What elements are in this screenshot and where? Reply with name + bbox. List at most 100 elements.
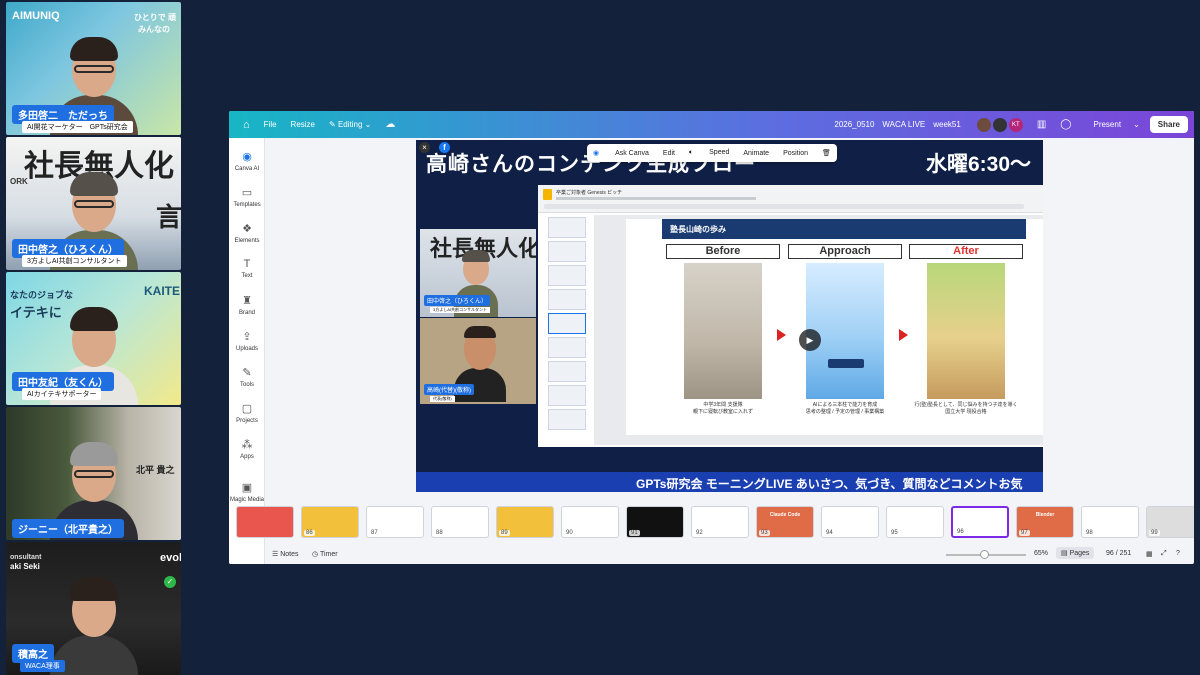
page-thumbnail[interactable]: 86 bbox=[301, 506, 359, 538]
home-icon[interactable]: ⌂ bbox=[243, 119, 250, 131]
present-button[interactable]: Present bbox=[1085, 120, 1129, 129]
column-header-after: After bbox=[909, 244, 1023, 259]
column-caption: AIによる三本柱で能力を育成 思考の整理 / 予定の管理 / 事業構築 bbox=[805, 402, 885, 415]
animate-button[interactable]: Animate bbox=[743, 150, 769, 157]
slide-time[interactable]: 水曜6:30〜 bbox=[926, 148, 1031, 178]
notes-button[interactable]: ☰ Notes bbox=[272, 550, 299, 558]
canva-ai-icon: ◉ bbox=[242, 151, 252, 163]
slide-thumbnail bbox=[548, 313, 586, 334]
embedded-video[interactable]: 高崎(代替)(敬称) 代表(敬称) bbox=[420, 318, 536, 404]
element-toolbar: ◉ Ask Canva Edit 🔈︎ Speed Animate Positi… bbox=[587, 144, 837, 162]
fullscreen-icon[interactable]: ⤢ bbox=[1161, 550, 1167, 558]
embedded-video[interactable]: 社長無人化 田中啓之（ひろくん） 3方よしAI共創コンサルタント bbox=[420, 229, 536, 317]
grid-view-icon[interactable]: ▦ bbox=[1146, 550, 1153, 558]
chevron-down-icon[interactable]: ⌄ bbox=[1133, 120, 1140, 129]
page-thumbnail[interactable]: 88 bbox=[431, 506, 489, 538]
canva-window: ⌂ File Resize ✎ Editing ⌄ ☁ 2026_0510 WA… bbox=[229, 111, 1194, 564]
slide-thumbnail bbox=[548, 289, 586, 310]
page-number: 94 bbox=[824, 530, 835, 536]
arrow-icon bbox=[777, 329, 786, 341]
participant-role: 3方よしAI共創コンサルタント bbox=[22, 255, 127, 267]
page-thumbnail[interactable]: 99 bbox=[1146, 506, 1194, 538]
sidebar-label: Brand bbox=[238, 310, 255, 316]
shared-doc-title: 卒業ご対象者 Genesis ピッチ bbox=[556, 190, 623, 196]
page-thumbnail-title: Blender bbox=[1035, 512, 1055, 518]
zoom-slider-handle[interactable] bbox=[980, 550, 989, 559]
page-thumbnail[interactable]: 91 bbox=[626, 506, 684, 538]
participant-tile[interactable]: 社長無人化 ORK 言 田中啓之（ひろくん） 3方よしAI共創コンサルタント bbox=[6, 137, 181, 270]
edit-button[interactable]: Edit bbox=[663, 150, 675, 157]
page-thumbnail[interactable] bbox=[236, 506, 294, 538]
sidebar-item-tools[interactable]: ✎ Tools bbox=[229, 366, 265, 388]
slide-canvas[interactable]: 高崎さんのコンテンツ生成フロー 水曜6:30〜 社長無人化 田中啓之（ひろくん）… bbox=[416, 140, 1043, 492]
avatar[interactable] bbox=[976, 117, 991, 132]
ask-canva-button[interactable]: ◉ Ask Canva bbox=[593, 149, 649, 157]
background-text: KAITE bbox=[144, 284, 180, 298]
trash-icon[interactable]: 🗑︎ bbox=[822, 149, 831, 157]
page-thumbnail[interactable]: 98 bbox=[1081, 506, 1139, 538]
sidebar-item-apps[interactable]: ⁂ Apps bbox=[229, 438, 265, 460]
templates-icon: ▭ bbox=[241, 187, 253, 199]
pages-button[interactable]: ▤ Pages bbox=[1056, 547, 1095, 559]
page-number: 90 bbox=[564, 530, 575, 536]
file-menu[interactable]: File bbox=[264, 120, 277, 129]
cloud-sync-icon[interactable]: ☁ bbox=[385, 119, 395, 130]
illustration-approach bbox=[806, 263, 884, 399]
background-text: ORK bbox=[10, 177, 28, 186]
page-thumbnail[interactable]: 87 bbox=[366, 506, 424, 538]
page-thumbnail[interactable]: 94 bbox=[821, 506, 879, 538]
page-number: 86 bbox=[304, 530, 315, 536]
help-icon[interactable]: ? bbox=[1176, 550, 1180, 557]
shared-slide: 塾長山崎の歩み Before Approach After ▶ 中学3年間 支援… bbox=[626, 219, 1043, 435]
tools-icon: ✎ bbox=[242, 367, 252, 379]
page-number: 99 bbox=[1149, 530, 1160, 536]
participant-tile[interactable]: 北平 貴之 ジーニー（北平貴之） bbox=[6, 407, 181, 540]
page-thumbnail[interactable]: 89 bbox=[496, 506, 554, 538]
document-title[interactable]: 2026_0510 WACA LIVE week51 bbox=[834, 119, 960, 130]
embedded-screen-share[interactable]: 卒業ご対象者 Genesis ピッチ 塾長山崎の歩み Before Approa… bbox=[538, 185, 1043, 447]
participant-tile[interactable]: KAITE なたのジョブな イテキに 田中友紀（友くん） AIカイテキサポーター bbox=[6, 272, 181, 405]
sidebar-item-magic-media[interactable]: ▣ Magic Media bbox=[229, 481, 265, 503]
zoom-level[interactable]: 65% bbox=[1034, 550, 1048, 557]
analytics-icon[interactable]: ▥ bbox=[1037, 119, 1046, 130]
sidebar-item-uploads[interactable]: ⇪ Uploads bbox=[229, 330, 265, 352]
pages-label: Pages bbox=[1069, 550, 1090, 557]
background-text: ひとりで 頑 bbox=[134, 13, 176, 22]
slide-ticker[interactable]: GPTs研究会 モーニングLIVE あいさつ、気づき、質問などコメントお気 bbox=[416, 472, 1043, 492]
play-icon[interactable]: ▶ bbox=[799, 329, 821, 351]
page-thumbnail[interactable]: 95 bbox=[886, 506, 944, 538]
close-icon[interactable]: × bbox=[419, 142, 430, 153]
page-thumbnail[interactable]: 96 bbox=[951, 506, 1009, 538]
sidebar-item-canva-ai[interactable]: ◉ Canva AI bbox=[229, 150, 265, 172]
page-thumbnail[interactable]: 92 bbox=[691, 506, 749, 538]
illustration-before bbox=[684, 263, 762, 399]
participant-tile[interactable]: onsultant aki Seki evol ✓ 積高之 WACA理事 bbox=[6, 542, 181, 675]
chevron-down-icon: ⌄ bbox=[362, 120, 372, 129]
participant-role: WACA理事 bbox=[20, 660, 65, 672]
page-thumbnail[interactable]: Blender 97 bbox=[1016, 506, 1074, 538]
speed-button[interactable]: 🔈︎ Speed bbox=[689, 149, 729, 157]
notes-icon: ☰ bbox=[272, 551, 281, 558]
participant-tile[interactable]: AIMUNIQ ひとりで 頑 みんなの 多田啓二 ただっち AI開花マーケター … bbox=[6, 2, 181, 135]
participant-name: ジーニー（北平貴之） bbox=[12, 519, 124, 538]
sidebar-item-brand[interactable]: ♜ Brand bbox=[229, 294, 265, 316]
page-thumbnail[interactable]: 90 bbox=[561, 506, 619, 538]
elements-icon: ❖ bbox=[242, 223, 252, 235]
timer-button[interactable]: ◷ Timer bbox=[312, 550, 338, 558]
avatar[interactable]: KT bbox=[1008, 117, 1023, 132]
share-button[interactable]: Share bbox=[1149, 116, 1188, 133]
participant-role: AIカイテキサポーター bbox=[22, 388, 102, 400]
resize-button[interactable]: Resize bbox=[291, 120, 315, 129]
projects-icon: ▢ bbox=[241, 403, 253, 415]
page-thumbnail[interactable]: Claude Code 93 bbox=[756, 506, 814, 538]
editing-dropdown[interactable]: ✎ Editing ⌄ bbox=[329, 120, 371, 129]
brand-icon: ♜ bbox=[242, 295, 252, 307]
sidebar-item-templates[interactable]: ▭ Templates bbox=[229, 186, 265, 208]
page-number: 87 bbox=[369, 530, 380, 536]
sidebar-item-projects[interactable]: ▢ Projects bbox=[229, 402, 265, 424]
avatar[interactable] bbox=[992, 117, 1007, 132]
comment-icon[interactable]: ◯ bbox=[1060, 119, 1071, 130]
sidebar-item-text[interactable]: T Text bbox=[229, 258, 265, 279]
sidebar-item-elements[interactable]: ❖ Elements bbox=[229, 222, 265, 244]
position-button[interactable]: Position bbox=[783, 150, 808, 157]
